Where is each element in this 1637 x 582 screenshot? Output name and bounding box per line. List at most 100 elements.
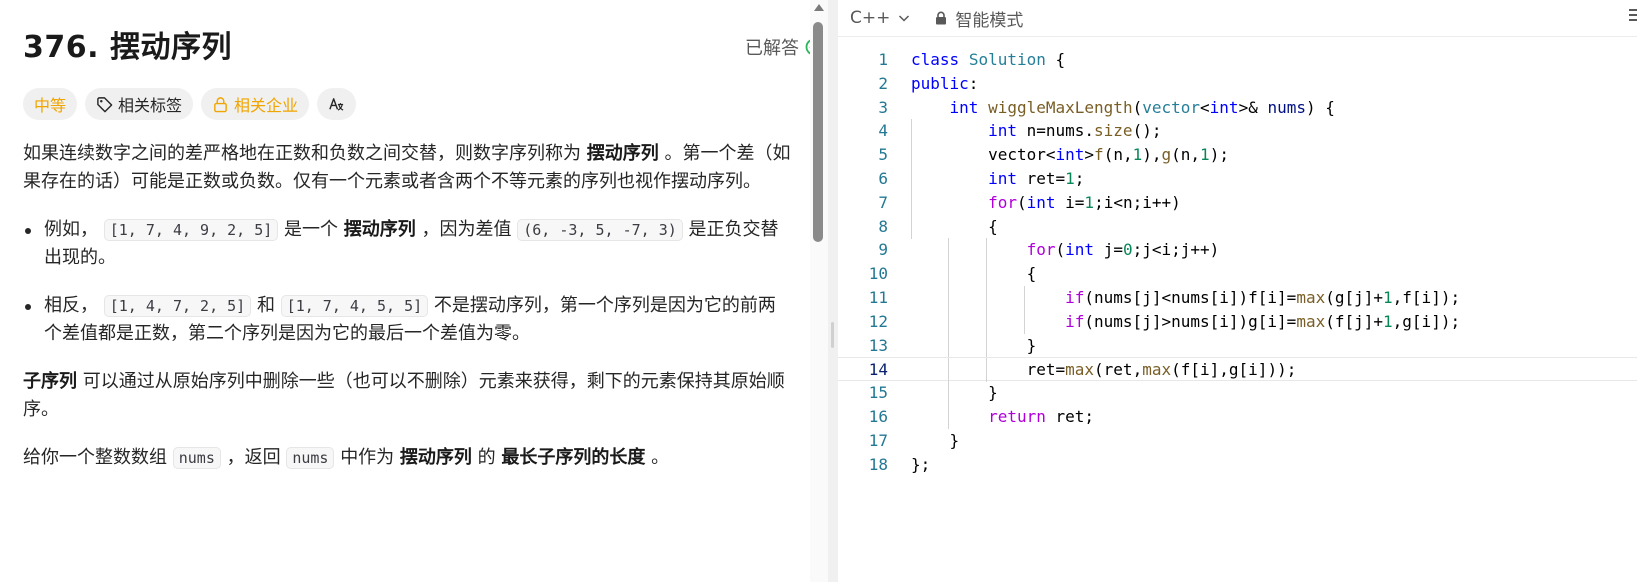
code-line-active[interactable]: 14 ret=max(ret,max(f[i],g[i])); (838, 357, 1637, 383)
desc-text: 相反， (44, 295, 98, 316)
code-text[interactable]: class Solution { (911, 48, 1065, 72)
code-line[interactable]: 6 int ret=1; (838, 166, 1637, 191)
code-text[interactable]: } (911, 381, 998, 405)
scroll-up-arrow-icon[interactable] (814, 4, 824, 11)
code-line[interactable]: 7 for(int i=1;i<n;i++) (838, 190, 1637, 215)
tag-icon (97, 96, 113, 112)
code-area[interactable]: 1 class Solution { 2 public: 3 int wiggleM… (838, 48, 1637, 476)
translate-button[interactable] (317, 88, 357, 120)
desc-bold: 摆动序列 (586, 143, 659, 164)
desc-text: 中作为 (340, 447, 395, 468)
inline-code: nums (172, 447, 221, 469)
language-label: C++ (850, 8, 891, 28)
code-text[interactable]: for(int i=1;i<n;i++) (911, 191, 1181, 215)
inline-code: (6, -3, 5, -7, 3) (517, 219, 683, 241)
desc-bold: 子序列 (23, 371, 77, 392)
inline-code: nums (286, 447, 335, 469)
code-line[interactable]: 5 vector<int>f(n,1),g(n,1); (838, 143, 1637, 168)
code-text[interactable]: vector<int>f(n,1),g(n,1); (911, 143, 1229, 167)
code-text[interactable]: public: (911, 72, 978, 96)
code-text[interactable]: } (911, 334, 1037, 358)
code-text[interactable]: int wiggleMaxLength(vector<int>& nums) { (911, 96, 1335, 120)
related-companies-button[interactable]: 相关企业 (201, 88, 310, 120)
code-text[interactable]: if(nums[j]>nums[i])g[i]=max(f[j]+1,g[i])… (911, 310, 1460, 334)
code-line[interactable]: 2 public: (838, 72, 1637, 96)
line-number: 5 (878, 145, 888, 165)
panel-resize-handle[interactable] (828, 0, 838, 582)
inline-code: [1, 7, 4, 9, 2, 5] (103, 219, 279, 241)
example-list: 例如， [1, 7, 4, 9, 2, 5] 是一个 摆动序列 ，因为差值 (6… (23, 216, 793, 348)
list-item: 相反， [1, 4, 7, 2, 5] 和 [1, 7, 4, 5, 5] 不是… (23, 292, 793, 348)
desc-text: 。 (651, 447, 670, 468)
menu-icon[interactable] (1629, 9, 1637, 25)
problem-description: 如果连续数字之间的差严格地在正数和负数之间交替，则数字序列称为 摆动序列 。第一… (23, 140, 793, 492)
code-editor[interactable]: C++ 智能模式 1 class Solution { 2 public: 3 in… (838, 0, 1637, 582)
code-line[interactable]: 12 if(nums[j]>nums[i])g[i]=max(f[j]+1,g[… (838, 309, 1637, 334)
line-number: 14 (868, 360, 888, 380)
translate-icon (329, 97, 344, 111)
code-text[interactable]: ret=max(ret,max(f[i],g[i])); (911, 358, 1297, 382)
difficulty-badge: 中等 (23, 88, 78, 120)
code-text[interactable]: int n=nums.size(); (911, 119, 1161, 143)
code-text[interactable]: if(nums[j]<nums[i])f[i]=max(g[j]+1,f[i])… (911, 286, 1460, 310)
code-line[interactable]: 4 int n=nums.size(); (838, 119, 1637, 144)
line-number: 9 (878, 240, 888, 260)
desc-bold: 摆动序列 (343, 219, 416, 240)
code-line[interactable]: 11 if(nums[j]<nums[i])f[i]=max(g[j]+1,f[… (838, 285, 1637, 310)
code-line[interactable]: 16 return ret; (838, 404, 1637, 429)
language-select[interactable]: C++ (850, 8, 910, 28)
code-line[interactable]: 17 } (838, 429, 1637, 453)
code-text[interactable]: int ret=1; (911, 167, 1084, 191)
code-line[interactable]: 3 int wiggleMaxLength(vector<int>& nums)… (838, 96, 1637, 120)
desc-text: 可以通过从原始序列中删除一些（也可以不删除）元素来获得，剩下的元素保持其原始顺序… (23, 371, 785, 420)
lock-icon (936, 11, 947, 25)
lock-icon (214, 96, 227, 112)
code-text[interactable]: }; (911, 453, 930, 477)
desc-bold: 摆动序列 (399, 447, 472, 468)
code-line[interactable]: 1 class Solution { (838, 48, 1637, 72)
inline-code: [1, 7, 4, 5, 5] (280, 295, 429, 317)
description-scrollbar[interactable] (810, 0, 828, 582)
code-text[interactable]: { (911, 215, 998, 239)
related-tags-button[interactable]: 相关标签 (85, 88, 194, 120)
code-line[interactable]: 15 } (838, 381, 1637, 406)
code-line[interactable]: 10 { (838, 262, 1637, 287)
title-row: 376. 摆动序列 已解答 (23, 22, 823, 66)
smart-mode-toggle[interactable]: 智能模式 (934, 6, 1023, 31)
related-tags-label: 相关标签 (118, 96, 183, 115)
difficulty-label: 中等 (34, 96, 67, 115)
desc-text: ，返回 (226, 447, 281, 468)
related-companies-label: 相关企业 (234, 96, 299, 115)
scrollbar-thumb[interactable] (813, 22, 823, 242)
line-number: 18 (868, 454, 888, 474)
line-number: 1 (878, 50, 888, 69)
code-line[interactable]: 8 { (838, 214, 1637, 239)
code-text[interactable]: } (911, 429, 960, 453)
code-text[interactable]: return ret; (911, 405, 1094, 429)
line-number: 8 (878, 216, 888, 236)
line-number: 11 (868, 287, 888, 307)
list-item: 例如， [1, 7, 4, 9, 2, 5] 是一个 摆动序列 ，因为差值 (6… (23, 216, 793, 272)
inline-code: [1, 4, 7, 2, 5] (103, 295, 252, 317)
tag-row: 中等 相关标签 相关企业 (23, 88, 357, 120)
chevron-down-icon (899, 15, 910, 22)
desc-text: 的 (477, 447, 496, 468)
line-number: 3 (878, 97, 888, 117)
line-number: 2 (878, 73, 888, 93)
line-number: 6 (878, 168, 888, 188)
line-number: 12 (868, 311, 888, 331)
line-number: 4 (878, 121, 888, 141)
code-line[interactable]: 9 for(int j=0;j<i;j++) (838, 238, 1637, 263)
line-number: 13 (868, 335, 888, 355)
code-line[interactable]: 18}; (838, 453, 1637, 477)
line-number: 10 (868, 264, 888, 284)
resize-grip[interactable] (831, 322, 834, 348)
desc-text: 如果连续数字之间的差严格地在正数和负数之间交替，则数字序列称为 (23, 143, 581, 164)
problem-title[interactable]: 376. 摆动序列 (23, 30, 232, 65)
desc-paragraph-1: 如果连续数字之间的差严格地在正数和负数之间交替，则数字序列称为 摆动序列 。第一… (23, 140, 793, 196)
solved-label: 已解答 (745, 38, 799, 59)
code-text[interactable]: for(int j=0;j<i;j++) (911, 238, 1220, 262)
code-line[interactable]: 13 } (838, 333, 1637, 358)
code-text[interactable]: { (911, 262, 1037, 286)
desc-text: 和 (256, 295, 275, 316)
